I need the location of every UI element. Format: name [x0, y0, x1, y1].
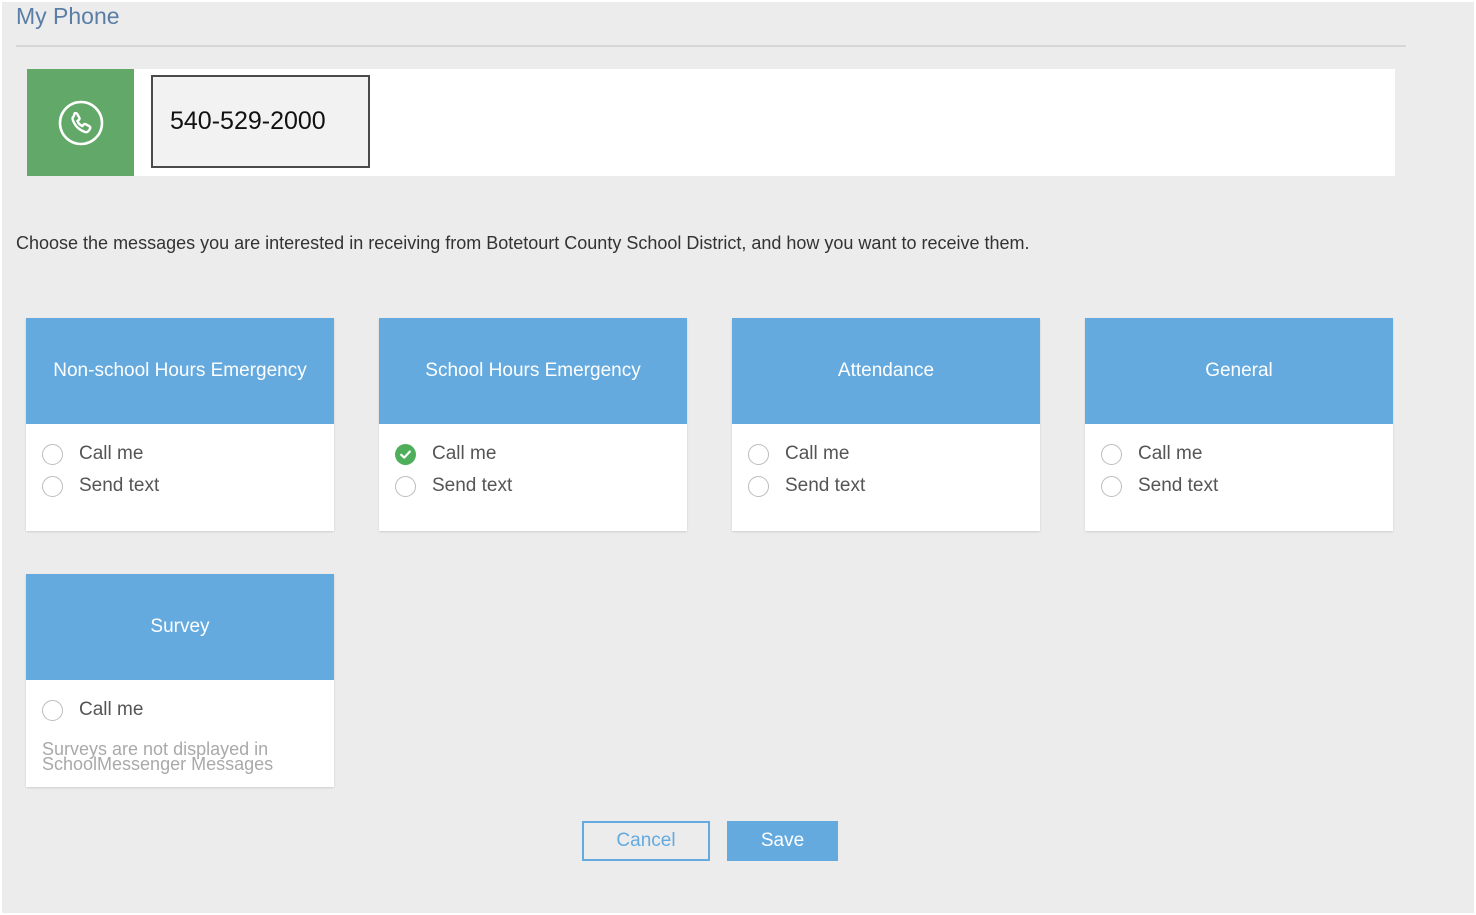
checkmark-icon[interactable]	[395, 443, 416, 465]
radio-unchecked-icon[interactable]	[42, 475, 63, 497]
category-title: Non-school Hours Emergency	[26, 318, 334, 424]
instructions-text: Choose the messages you are interested i…	[16, 233, 1030, 253]
category-card-attendance: Attendance Call me Send text	[732, 318, 1040, 531]
save-button[interactable]: Save	[727, 821, 838, 861]
phone-icon	[58, 100, 103, 145]
send-text-option[interactable]: Send text	[26, 470, 334, 502]
category-title: General	[1085, 318, 1393, 424]
page-title: My Phone	[16, 3, 120, 29]
send-text-option[interactable]: Send text	[732, 470, 1040, 502]
cancel-button[interactable]: Cancel	[582, 821, 710, 861]
option-label: Call me	[432, 443, 497, 464]
preferences-page: My Phone 540-529-2000 Choose the message…	[2, 2, 1474, 913]
call-me-option[interactable]: Call me	[1085, 438, 1393, 470]
option-label: Send text	[432, 475, 513, 496]
category-card-school-hours-emergency: School Hours Emergency Call me Send text	[379, 318, 687, 531]
option-label: Send text	[1138, 475, 1219, 496]
radio-unchecked-icon[interactable]	[42, 443, 63, 465]
call-me-option[interactable]: Call me	[26, 438, 334, 470]
option-label: Send text	[79, 475, 160, 496]
call-me-option[interactable]: Call me	[379, 438, 687, 470]
send-text-option[interactable]: Send text	[1085, 470, 1393, 502]
survey-note: Surveys are not displayed in SchoolMesse…	[42, 739, 274, 774]
category-card-general: General Call me Send text	[1085, 318, 1393, 531]
radio-unchecked-icon[interactable]	[748, 443, 769, 465]
radio-unchecked-icon[interactable]	[1101, 443, 1122, 465]
phone-number-display: 540-529-2000	[151, 75, 370, 168]
phone-bar: 540-529-2000	[27, 69, 1395, 176]
title-divider	[16, 45, 1406, 47]
call-me-option[interactable]: Call me	[26, 694, 334, 726]
option-label: Call me	[1138, 443, 1203, 464]
radio-unchecked-icon[interactable]	[1101, 475, 1122, 497]
category-card-non-school-hours-emergency: Non-school Hours Emergency Call me Send …	[26, 318, 334, 531]
send-text-option[interactable]: Send text	[379, 470, 687, 502]
radio-unchecked-icon[interactable]	[748, 475, 769, 497]
radio-unchecked-icon[interactable]	[395, 475, 416, 497]
category-title: School Hours Emergency	[379, 318, 687, 424]
category-card-survey: Survey Call me Surveys are not displayed…	[26, 574, 334, 787]
option-label: Call me	[785, 443, 850, 464]
option-label: Call me	[79, 699, 144, 720]
phone-icon-box	[27, 69, 134, 176]
option-label: Call me	[79, 443, 144, 464]
option-label: Send text	[785, 475, 866, 496]
category-title: Attendance	[732, 318, 1040, 424]
category-title: Survey	[26, 574, 334, 680]
radio-unchecked-icon[interactable]	[42, 699, 63, 721]
call-me-option[interactable]: Call me	[732, 438, 1040, 470]
